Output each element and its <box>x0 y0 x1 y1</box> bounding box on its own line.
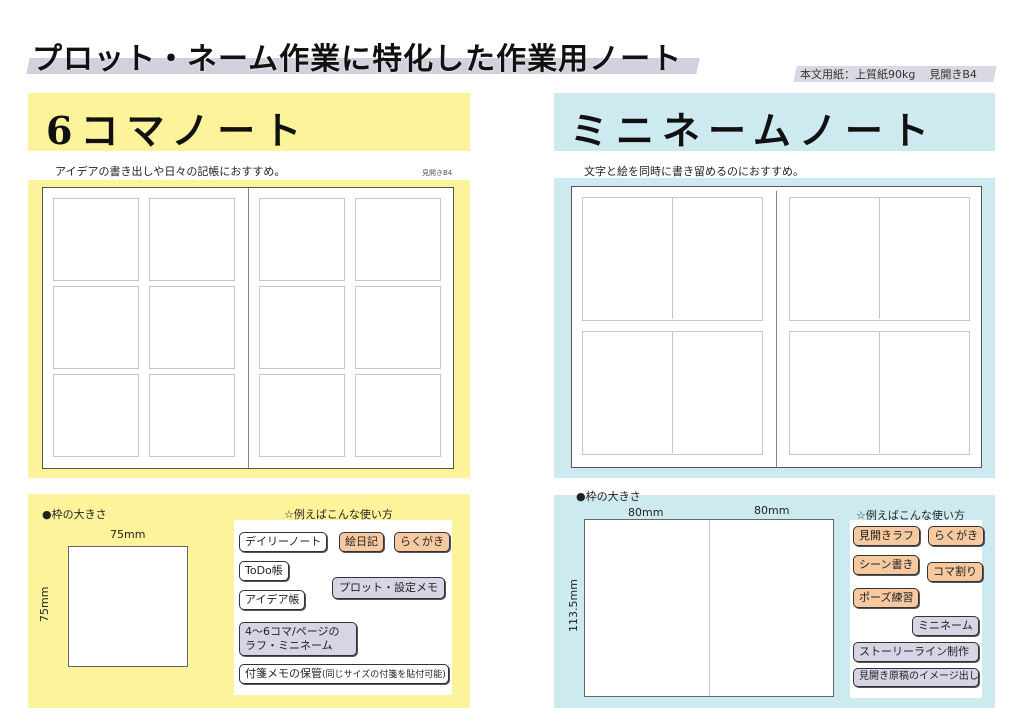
right-frame-width-left: 80mm <box>628 506 664 519</box>
panel-frame <box>789 331 970 455</box>
usage-chip: コマ割り <box>927 562 983 582</box>
left-frame-height: 75mm <box>38 586 51 622</box>
usage-chip: らくがき <box>394 532 450 552</box>
panel-frame <box>355 198 441 281</box>
panel-frame <box>149 286 235 369</box>
spec-paper: 本文用紙：上質紙90kg <box>800 68 916 81</box>
panel-frame <box>259 286 345 369</box>
panel-split <box>672 198 673 319</box>
panel-frame <box>53 198 139 281</box>
panel-frame <box>582 197 763 321</box>
usage-chip: 付箋メモの保管(同じサイズの付箋を貼付可能) <box>239 664 449 685</box>
left-size-note: 見開きB4 <box>422 169 453 177</box>
left-frame-width: 75mm <box>110 528 146 541</box>
sample-split <box>709 520 710 696</box>
panel-frame <box>259 374 345 457</box>
usage-chip: ミニネーム <box>912 616 979 636</box>
left-usage-panel: デイリーノート 絵日記 らくがき ToDo帳 プロット・設定メモ アイデア帳 4… <box>234 520 452 695</box>
panel-frame <box>149 198 235 281</box>
right-frame-width-right: 80mm <box>754 504 790 517</box>
panel-frame <box>149 374 235 457</box>
left-spine <box>248 188 249 468</box>
usage-chip: プロット・設定メモ <box>332 577 445 599</box>
left-frame-size-heading: ●枠の大きさ <box>42 508 107 521</box>
panel-frame <box>53 374 139 457</box>
usage-chip: ポーズ練習 <box>853 588 920 608</box>
spec-size: 見開きB4 <box>929 68 977 81</box>
usage-chip: アイデア帳 <box>239 590 306 610</box>
right-spine <box>776 191 777 467</box>
left-spread <box>42 187 454 469</box>
panel-split <box>879 332 880 453</box>
usage-chip: 4～6コマ/ページの ラフ・ミニネーム <box>239 622 357 656</box>
panel-frame <box>259 198 345 281</box>
right-description: 文字と絵を同時に書き留めるのにおすすめ。 <box>584 165 804 178</box>
usage-chip: ToDo帳 <box>239 561 289 581</box>
left-note-title: 6コマノート <box>46 108 310 153</box>
right-spread <box>571 186 982 468</box>
panel-frame <box>53 286 139 369</box>
left-description: アイデアの書き出しや日々の記帳におすすめ。 <box>55 165 286 178</box>
panel-frame <box>355 286 441 369</box>
panel-frame <box>355 374 441 457</box>
panel-frame <box>789 197 970 321</box>
panel-split <box>879 198 880 319</box>
page-title: プロット・ネーム作業に特化した作業用ノート <box>32 42 683 77</box>
usage-chip: ストーリーライン制作 <box>853 642 979 662</box>
spec-line: 本文用紙：上質紙90kg 見開きB4 <box>800 66 977 82</box>
usage-chip: らくがき <box>928 526 984 546</box>
right-usage-panel: 見開きラフ らくがき シーン書き コマ割り ポーズ練習 ミニネーム ストーリーラ… <box>850 520 984 698</box>
right-frame-height: 113.5mm <box>567 579 580 632</box>
panel-split <box>672 332 673 453</box>
usage-chip: 見開きラフ <box>853 526 920 546</box>
right-frame-sample <box>584 519 834 697</box>
usage-chip: 見開き原稿のイメージ出し <box>853 668 979 687</box>
right-frame-size-heading: ●枠の大きさ <box>576 490 641 503</box>
right-note-title: ミニネームノート <box>570 108 937 153</box>
usage-chip: シーン書き <box>853 555 920 575</box>
left-frame-sample <box>68 546 188 667</box>
panel-frame <box>582 331 763 455</box>
usage-chip: 絵日記 <box>339 532 384 552</box>
usage-chip: デイリーノート <box>239 532 328 552</box>
